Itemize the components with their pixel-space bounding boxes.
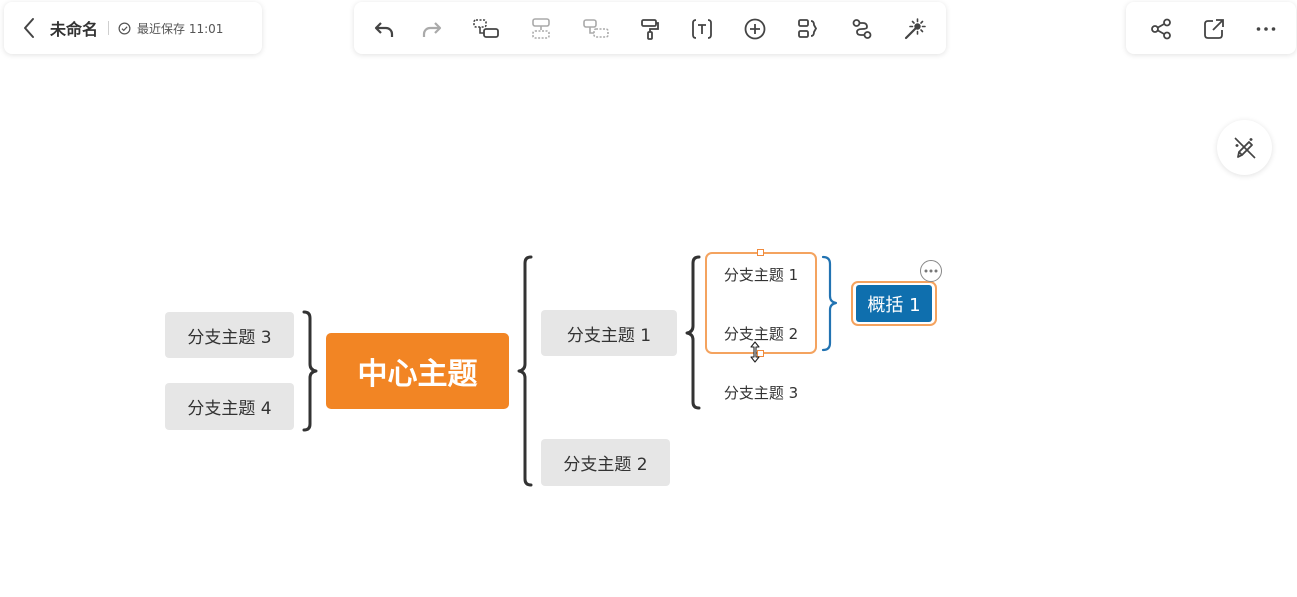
save-status: 最近保存 11:01 [137, 21, 224, 36]
bracket-subtopics [685, 255, 701, 410]
more-options-icon[interactable] [920, 260, 942, 282]
right-toolbar [1126, 2, 1296, 54]
summary-brace [821, 255, 838, 352]
text-icon[interactable] [688, 15, 716, 43]
sibling-topic-icon[interactable] [527, 15, 555, 43]
document-header: 未命名 最近保存 11:01 [4, 2, 262, 54]
branch-topic-3[interactable]: 分支主题 3 [165, 312, 294, 358]
redo-icon[interactable] [418, 15, 446, 43]
subtopic-3[interactable]: 分支主题 3 [708, 373, 814, 411]
summary-icon[interactable] [794, 15, 822, 43]
mindmap-connectors [302, 255, 838, 487]
plus-circle-icon[interactable] [741, 15, 769, 43]
magic-wand-icon[interactable] [900, 15, 928, 43]
divider [108, 21, 110, 35]
summary-topic[interactable]: 概括 1 [856, 285, 932, 322]
undo-icon[interactable] [370, 15, 398, 43]
check-circle-icon [118, 21, 132, 35]
branch-topic-2[interactable]: 分支主题 2 [541, 439, 670, 486]
bracket-right-main [517, 255, 533, 487]
resize-cursor-icon [750, 341, 760, 363]
style-brush-button[interactable] [1217, 120, 1272, 175]
branch-topic-1[interactable]: 分支主题 1 [541, 310, 677, 356]
brush-sparkle-icon [1233, 136, 1256, 159]
resize-handle-top[interactable] [757, 249, 764, 256]
format-painter-icon[interactable] [636, 15, 664, 43]
document-title[interactable]: 未命名 [50, 16, 98, 40]
parent-topic-icon[interactable] [582, 15, 610, 43]
share-icon[interactable] [1147, 15, 1175, 43]
more-horizontal-icon[interactable] [1252, 15, 1280, 43]
child-topic-icon[interactable] [472, 15, 500, 43]
external-link-icon[interactable] [1200, 15, 1228, 43]
main-toolbar [354, 2, 946, 54]
branch-topic-4[interactable]: 分支主题 4 [165, 383, 294, 430]
back-icon[interactable] [22, 16, 42, 40]
bracket-left-main [302, 310, 318, 432]
central-topic[interactable]: 中心主题 [326, 333, 509, 409]
subtopic-1[interactable]: 分支主题 1 [708, 255, 814, 293]
relationship-icon[interactable] [848, 15, 876, 43]
